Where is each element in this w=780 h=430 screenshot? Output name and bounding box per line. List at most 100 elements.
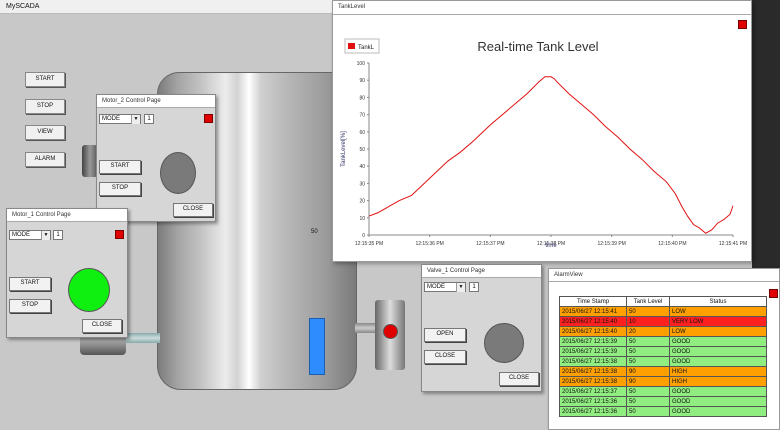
motor-2-close-button[interactable]: CLOSE bbox=[173, 203, 213, 217]
motor-1-status-indicator bbox=[68, 268, 110, 312]
alarm-cell-status: VERY LOW bbox=[669, 316, 767, 327]
chart-y-tick-label: 30 bbox=[359, 181, 365, 187]
trend-close-icon[interactable] bbox=[738, 20, 747, 29]
motor-1-close-button[interactable]: CLOSE bbox=[82, 319, 122, 333]
view-button[interactable]: VIEW bbox=[25, 125, 65, 140]
alarm-row[interactable]: 2015/06/27 12:15:40 20 LOW bbox=[559, 326, 767, 337]
chart-x-tick-label: 12:15:39 PM bbox=[597, 241, 625, 247]
motor-1-stop-button[interactable]: STOP bbox=[9, 299, 51, 313]
alarm-cell-status: LOW bbox=[669, 306, 767, 317]
app-title: MySCADA bbox=[6, 3, 40, 10]
trend-window-title: TankLevel bbox=[333, 1, 751, 15]
alarm-table: Time Stamp Tank Level Status 2015/06/27 … bbox=[559, 296, 767, 417]
alarm-row[interactable]: 2015/06/27 12:15:41 50 LOW bbox=[559, 306, 767, 317]
motor-2-faceplate: Motor_2 Control Page MODE ▼ 1 START STOP… bbox=[96, 94, 216, 222]
alarm-button[interactable]: ALARM bbox=[25, 152, 65, 167]
chart-y-tick-label: 70 bbox=[359, 113, 365, 119]
alarm-cell-level: 10 bbox=[626, 316, 670, 327]
chevron-down-icon: ▼ bbox=[456, 283, 465, 292]
alarm-cell-status: LOW bbox=[669, 326, 767, 337]
alarm-close-icon[interactable] bbox=[769, 289, 778, 298]
alarm-cell-time: 2015/06/27 12:15:39 bbox=[559, 336, 627, 347]
alarm-row[interactable]: 2015/06/27 12:15:38 90 HIGH bbox=[559, 376, 767, 387]
alarm-window: AlarmView Time Stamp Tank Level Status 2… bbox=[548, 268, 780, 430]
alarm-cell-status: GOOD bbox=[669, 406, 767, 417]
chart-title: Real-time Tank Level bbox=[477, 39, 598, 54]
alarm-table-header: Time Stamp Tank Level Status bbox=[559, 296, 767, 307]
alarm-cell-level: 50 bbox=[626, 346, 670, 357]
alarm-cell-status: GOOD bbox=[669, 336, 767, 347]
valve-close-valve-button[interactable]: CLOSE bbox=[424, 350, 466, 364]
tank-level-bar bbox=[309, 318, 325, 375]
alarm-row[interactable]: 2015/06/27 12:15:40 10 VERY LOW bbox=[559, 316, 767, 327]
alarm-row[interactable]: 2015/06/27 12:15:36 50 GOOD bbox=[559, 396, 767, 407]
motor-2-number[interactable]: 1 bbox=[144, 114, 154, 124]
chart-x-tick-label: 12:15:41 PM bbox=[719, 241, 747, 247]
alarm-cell-time: 2015/06/27 12:15:38 bbox=[559, 366, 627, 377]
valve-open-button[interactable]: OPEN bbox=[424, 328, 466, 342]
alarm-cell-level: 90 bbox=[626, 366, 670, 377]
valve-close-button[interactable]: CLOSE bbox=[499, 372, 539, 386]
chart-xlabel: time bbox=[545, 243, 557, 249]
column-header: Status bbox=[669, 296, 767, 307]
chart-x-tick-label: 12:15:36 PM bbox=[415, 241, 443, 247]
alarm-cell-time: 2015/06/27 12:15:40 bbox=[559, 326, 627, 337]
motor-2-close-icon[interactable] bbox=[204, 114, 213, 123]
motor-2-faceplate-title: Motor_2 Control Page bbox=[97, 95, 215, 108]
chart-y-tick-label: 50 bbox=[359, 147, 365, 153]
alarm-cell-level: 50 bbox=[626, 336, 670, 347]
motor-1-close-icon[interactable] bbox=[115, 230, 124, 239]
column-header: Tank Level bbox=[626, 296, 670, 307]
motor-2-mode-select[interactable]: MODE ▼ bbox=[99, 114, 141, 124]
chart-y-tick-label: 80 bbox=[359, 95, 365, 101]
valve-faceplate-title: Valve_1 Control Page bbox=[422, 265, 541, 278]
chart-y-tick-label: 100 bbox=[357, 61, 366, 67]
alarm-cell-level: 20 bbox=[626, 326, 670, 337]
alarm-row[interactable]: 2015/06/27 12:15:36 50 GOOD bbox=[559, 406, 767, 417]
alarm-cell-time: 2015/06/27 12:15:36 bbox=[559, 406, 627, 417]
alarm-row[interactable]: 2015/06/27 12:15:38 50 GOOD bbox=[559, 356, 767, 367]
alarm-table-wrap: Time Stamp Tank Level Status 2015/06/27 … bbox=[559, 296, 767, 417]
stop-button[interactable]: STOP bbox=[25, 99, 65, 114]
chart-x-tick-label: 12:15:37 PM bbox=[476, 241, 504, 247]
chart-legend-label: TankL bbox=[358, 45, 375, 51]
chart-ylabel: TankLevel[%] bbox=[341, 131, 347, 167]
motor-1-mode-select[interactable]: MODE ▼ bbox=[9, 230, 51, 240]
alarm-cell-time: 2015/06/27 12:15:38 bbox=[559, 356, 627, 367]
alarm-cell-status: GOOD bbox=[669, 386, 767, 397]
alarm-cell-status: GOOD bbox=[669, 346, 767, 357]
chart-y-tick-label: 20 bbox=[359, 199, 365, 205]
background-strip bbox=[752, 0, 780, 268]
chart-x-tick-label: 12:15:35 PM bbox=[355, 241, 383, 247]
alarm-cell-level: 50 bbox=[626, 406, 670, 417]
chevron-down-icon: ▼ bbox=[41, 231, 50, 240]
alarm-row[interactable]: 2015/06/27 12:15:37 50 GOOD bbox=[559, 386, 767, 397]
alarm-row[interactable]: 2015/06/27 12:15:38 90 HIGH bbox=[559, 366, 767, 377]
valve-status-circle bbox=[484, 323, 524, 363]
tank-level-label: 50 bbox=[311, 229, 318, 235]
alarm-window-title: AlarmView bbox=[549, 269, 779, 282]
motor-2-start-button[interactable]: START bbox=[99, 160, 141, 174]
valve-status-indicator[interactable] bbox=[383, 324, 398, 339]
alarm-cell-time: 2015/06/27 12:15:39 bbox=[559, 346, 627, 357]
motor-1-mode-value: MODE bbox=[12, 232, 30, 238]
alarm-cell-status: GOOD bbox=[669, 396, 767, 407]
motor-2-mode-value: MODE bbox=[102, 116, 120, 122]
alarm-row[interactable]: 2015/06/27 12:15:39 50 GOOD bbox=[559, 346, 767, 357]
chart-legend-swatch bbox=[348, 43, 355, 49]
alarm-row[interactable]: 2015/06/27 12:15:39 50 GOOD bbox=[559, 336, 767, 347]
valve-faceplate: Valve_1 Control Page MODE ▼ 1 OPEN CLOSE… bbox=[421, 264, 542, 392]
chart-y-tick-label: 60 bbox=[359, 130, 365, 136]
start-button[interactable]: START bbox=[25, 72, 65, 87]
motor-1-start-button[interactable]: START bbox=[9, 277, 51, 291]
valve-number[interactable]: 1 bbox=[469, 282, 479, 292]
alarm-cell-status: HIGH bbox=[669, 366, 767, 377]
column-header: Time Stamp bbox=[559, 296, 627, 307]
motor-1-number[interactable]: 1 bbox=[53, 230, 63, 240]
motor-2-stop-button[interactable]: STOP bbox=[99, 182, 141, 196]
alarm-cell-level: 50 bbox=[626, 356, 670, 367]
valve-mode-select[interactable]: MODE ▼ bbox=[424, 282, 466, 292]
chart-y-tick-label: 10 bbox=[359, 216, 365, 222]
alarm-cell-level: 50 bbox=[626, 306, 670, 317]
alarm-cell-time: 2015/06/27 12:15:38 bbox=[559, 376, 627, 387]
